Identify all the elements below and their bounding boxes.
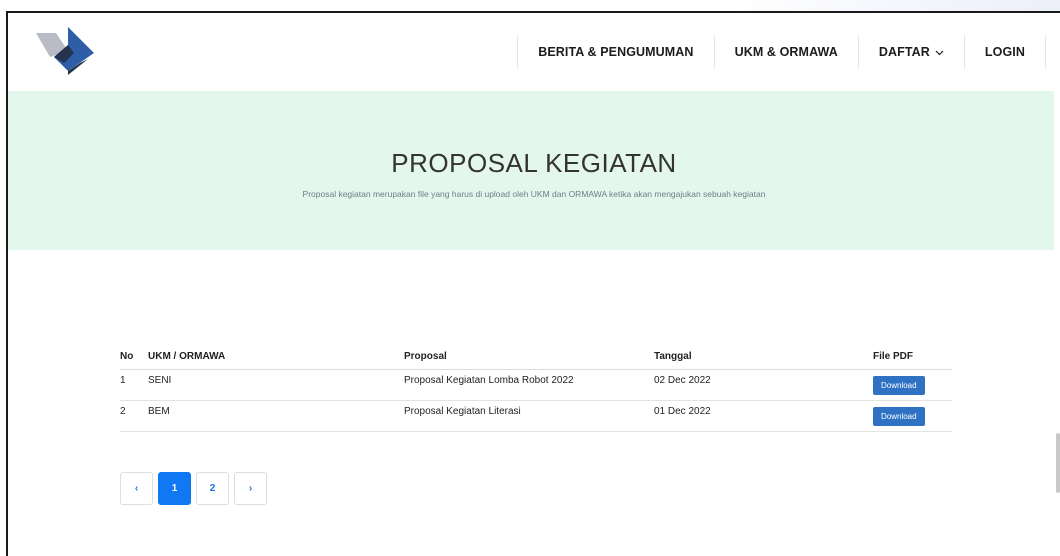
table-row: 2 BEM Proposal Kegiatan Literasi 01 Dec … xyxy=(120,400,952,432)
browser-viewport: BERITA & PENGUMUMAN UKM & ORMAWA DAFTAR … xyxy=(6,11,1060,556)
cell-file: Download xyxy=(873,369,952,401)
cell-no: 1 xyxy=(120,369,148,401)
cell-proposal: Proposal Kegiatan Literasi xyxy=(404,400,654,432)
cell-proposal: Proposal Kegiatan Lomba Robot 2022 xyxy=(404,369,654,401)
proposal-table: No UKM / ORMAWA Proposal Tanggal File PD… xyxy=(120,343,952,432)
nav-daftar-dropdown[interactable]: DAFTAR xyxy=(857,35,964,69)
nav-label: UKM & ORMAWA xyxy=(734,45,838,59)
cell-no: 2 xyxy=(120,400,148,432)
header-tanggal: Tanggal xyxy=(654,343,873,370)
cell-ukm: BEM xyxy=(148,400,404,432)
cell-tanggal: 01 Dec 2022 xyxy=(654,400,873,432)
header-no: No xyxy=(120,343,148,370)
pagination-page-2[interactable]: 2 xyxy=(196,472,229,505)
logo-icon[interactable] xyxy=(28,23,96,75)
cell-file: Download xyxy=(873,400,952,432)
header-ukm: UKM / ORMAWA xyxy=(148,343,404,370)
nav-label: BERITA & PENGUMUMAN xyxy=(538,45,694,59)
chevron-down-icon xyxy=(935,48,944,58)
proposal-table-container: No UKM / ORMAWA Proposal Tanggal File PD… xyxy=(120,343,952,432)
pagination-prev-button[interactable]: ‹ xyxy=(120,472,153,505)
download-button[interactable]: Download xyxy=(873,407,925,426)
cell-ukm: SENI xyxy=(148,369,404,401)
navbar: BERITA & PENGUMUMAN UKM & ORMAWA DAFTAR … xyxy=(8,13,1060,91)
pagination: ‹ 1 2 › xyxy=(120,472,267,505)
table-header-row: No UKM / ORMAWA Proposal Tanggal File PD… xyxy=(120,343,952,370)
main-nav: BERITA & PENGUMUMAN UKM & ORMAWA DAFTAR … xyxy=(517,35,1046,69)
scrollbar-thumb[interactable] xyxy=(1056,433,1060,493)
header-file-pdf: File PDF xyxy=(873,343,952,370)
nav-label: LOGIN xyxy=(984,45,1025,59)
header-proposal: Proposal xyxy=(404,343,654,370)
pagination-page-1[interactable]: 1 xyxy=(158,472,191,505)
nav-label: DAFTAR xyxy=(878,45,930,59)
download-button[interactable]: Download xyxy=(873,376,925,395)
page-subtitle: Proposal kegiatan merupakan file yang ha… xyxy=(302,189,766,199)
nav-ukm-ormawa[interactable]: UKM & ORMAWA xyxy=(713,35,858,69)
cell-tanggal: 02 Dec 2022 xyxy=(654,369,873,401)
pagination-next-button[interactable]: › xyxy=(234,472,267,505)
hero-banner: PROPOSAL KEGIATAN Proposal kegiatan meru… xyxy=(8,91,1060,250)
page-title: PROPOSAL KEGIATAN xyxy=(391,148,677,178)
nav-berita-pengumuman[interactable]: BERITA & PENGUMUMAN xyxy=(517,35,713,69)
nav-login[interactable]: LOGIN xyxy=(963,35,1046,69)
table-row: 1 SENI Proposal Kegiatan Lomba Robot 202… xyxy=(120,369,952,401)
